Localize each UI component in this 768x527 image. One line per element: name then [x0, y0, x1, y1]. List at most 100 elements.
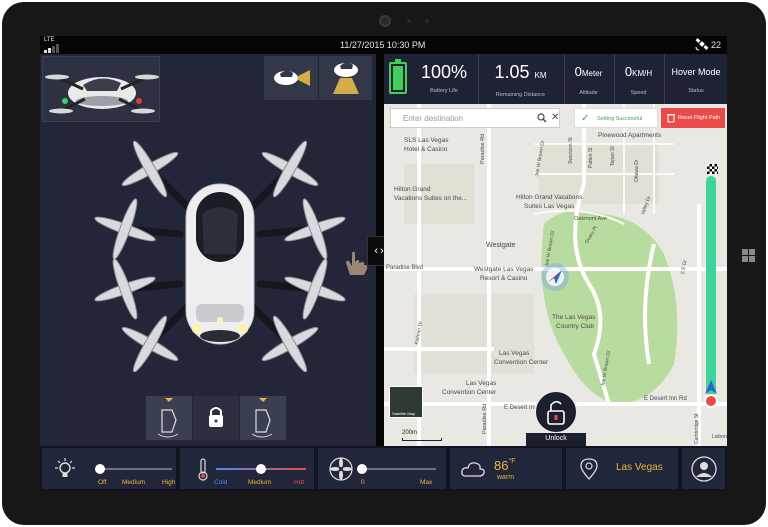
drone-panel	[40, 54, 376, 446]
stat-speed: 0KM/H Speed	[614, 54, 662, 104]
map-label: Paradise Blvd	[386, 265, 424, 271]
flight-stats-bar: 100% Battery Life 1.05 KM Remaining Dist…	[384, 54, 727, 104]
satellite-map-label: Satellite Map	[392, 411, 416, 416]
stat-battery: 100% Battery Life	[412, 54, 476, 104]
battery-value: 100%	[420, 62, 468, 82]
satellite-icon	[695, 38, 709, 51]
unlock-icon	[547, 400, 565, 425]
status-label: Status	[688, 88, 704, 94]
network-label: LTE	[44, 37, 55, 43]
lightbulb-icon	[55, 458, 75, 477]
bottom-light-button[interactable]	[319, 56, 374, 100]
temp-tick-cold: Cold	[214, 479, 228, 486]
map-label: Swenson St	[568, 137, 574, 164]
map-label: Suites Las Vegas	[524, 203, 575, 210]
camera-icon	[379, 15, 391, 27]
unlock-button[interactable]	[534, 390, 578, 434]
reset-flight-path-button[interactable]: Reset Flight Path	[661, 108, 725, 128]
status-bar: LTE 11/27/2015 10:30 PM 22	[40, 36, 727, 54]
map-label: Westgate Las Vegas	[474, 266, 534, 273]
toast-text: Setting Successful	[597, 116, 643, 122]
altitude-unit: Meter	[581, 69, 603, 78]
left-door-button[interactable]	[146, 396, 192, 440]
temperature-slider-knob[interactable]	[256, 464, 266, 474]
map-label: Las Vegas	[499, 350, 530, 357]
map-label: Hilton Grand	[394, 186, 431, 193]
drone-side-thumbnail[interactable]	[42, 56, 160, 122]
map-label: Lisbon	[712, 434, 727, 440]
altitude-value: 0	[574, 64, 582, 79]
map-label: Country Club	[556, 323, 594, 330]
front-light-button[interactable]	[264, 56, 319, 100]
temperature-control: Cold Medium Hot	[180, 448, 314, 489]
route-progress-bar	[706, 176, 716, 396]
location-city: Las Vegas	[616, 462, 663, 473]
map-scale-bar	[402, 438, 442, 441]
map-view[interactable]: Pinewood Apartments SLS Las Vegas Hotel …	[384, 104, 727, 446]
close-icon[interactable]: ✕	[551, 112, 559, 123]
route-position-icon	[705, 380, 717, 394]
fan-slider-track[interactable]	[362, 468, 436, 470]
stat-distance: 1.05 KM Remaining Distance	[478, 54, 562, 104]
origin-pin-icon	[704, 394, 718, 408]
datetime: 11/27/2015 10:30 PM	[340, 40, 426, 50]
door-lock-controls	[146, 396, 286, 440]
stat-status: Hover Mode Status	[664, 54, 727, 104]
battery-icon	[389, 59, 407, 94]
lock-button[interactable]	[193, 396, 239, 440]
cloud-icon	[461, 462, 485, 477]
light-control: Off Medium High	[42, 448, 176, 489]
map-label: Hotel & Casino	[404, 146, 448, 153]
bottom-control-bar: Off Medium High Cold Medium Hot 0 Max 86…	[40, 446, 727, 491]
search-input[interactable]: Enter destination	[403, 114, 463, 123]
map-label: Ottawa Dr	[634, 159, 640, 182]
right-door-button[interactable]	[240, 396, 286, 440]
status-value: Hover Mode	[671, 67, 721, 77]
light-slider-track[interactable]	[100, 468, 172, 470]
profile-button[interactable]	[682, 448, 725, 489]
user-icon	[691, 456, 717, 482]
speed-label: Speed	[630, 90, 647, 96]
map-label: Resort & Casino	[480, 275, 528, 282]
aircraft-position-icon	[541, 263, 569, 291]
front-light-icon	[274, 70, 310, 86]
map-label: Westgate	[486, 242, 516, 249]
reset-label: Reset Flight Path	[678, 115, 721, 121]
fan-icon	[329, 457, 353, 481]
success-toast: ✓ Setting Successful	[574, 108, 658, 128]
weather-desc: warm	[497, 474, 515, 481]
location-widget[interactable]: Las Vegas	[566, 448, 678, 489]
speed-unit: KM/H	[632, 69, 653, 78]
drone-top-view	[94, 140, 346, 373]
distance-label: Remaining Distance	[495, 92, 546, 98]
search-icon[interactable]	[537, 113, 547, 123]
lock-icon	[209, 407, 223, 427]
fan-control: 0 Max	[318, 448, 446, 489]
satellite-map-toggle[interactable]: Satellite Map	[389, 386, 423, 418]
map-label: Oakmont Ave	[574, 216, 607, 222]
map-label: Convention Center	[442, 389, 497, 396]
light-tick-high: High	[162, 479, 176, 486]
unlock-label: Unlock	[526, 433, 586, 446]
sensor-dot	[425, 19, 429, 23]
windows-icon[interactable]	[742, 249, 756, 263]
right-door-icon	[251, 398, 273, 438]
thermometer-icon	[198, 458, 208, 481]
sensor-dot	[407, 19, 411, 23]
trash-icon	[667, 114, 675, 123]
battery-label: Battery Life	[430, 88, 458, 94]
map-scale: 200m	[402, 430, 418, 436]
weather-unit: °F	[508, 458, 516, 465]
light-slider-knob[interactable]	[95, 464, 105, 474]
temp-tick-medium: Medium	[248, 479, 272, 486]
bottom-light-icon	[333, 62, 359, 94]
map-label: The Las Vegas	[552, 314, 596, 321]
touch-hand-icon	[346, 251, 368, 275]
fan-tick-max: Max	[420, 479, 433, 486]
map-label: Pinewood Apartments	[598, 132, 662, 139]
fan-slider-knob[interactable]	[357, 464, 367, 474]
map-panel: 100% Battery Life 1.05 KM Remaining Dist…	[384, 54, 727, 446]
map-label: Las Vegas	[466, 380, 497, 387]
light-mode-buttons	[264, 56, 374, 100]
map-label: Convention Center	[494, 359, 549, 366]
